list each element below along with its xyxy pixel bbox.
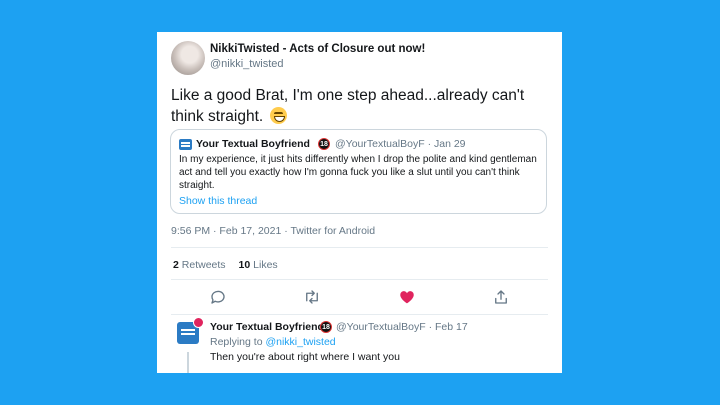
retweet-button[interactable] [303,288,321,306]
share-button[interactable] [492,288,510,306]
author-name[interactable]: NikkiTwisted - Acts of Closure out now! [210,43,425,55]
likes-label: Likes [253,259,278,271]
adult-badge-icon: 18 [320,321,332,333]
divider [171,279,548,280]
quoted-tweet-text: In my experience, it just hits different… [179,154,537,191]
replying-to-prefix: Replying to [210,336,263,348]
grinning-face-emoji-icon [269,107,287,124]
divider [171,314,548,315]
retweets-stat[interactable]: 2 Retweets [173,259,226,271]
retweet-icon [306,290,318,304]
reply-text: Then you're about right where I want you [210,351,400,363]
author-avatar[interactable] [171,41,205,75]
comment-icon [211,290,225,304]
show-thread-link[interactable]: Show this thread [179,195,257,207]
author-handle[interactable]: @nikki_twisted [210,58,284,70]
thread-line [187,352,189,373]
retweets-count: 2 [173,259,179,271]
engagement-stats: 2 Retweets 10 Likes [173,259,278,271]
reply-author-meta[interactable]: @YourTextualBoyF · Feb 17 [336,321,468,333]
quoted-author-avatar [179,139,192,150]
adult-badge-icon: 18 [318,138,330,150]
reply-button[interactable] [209,288,227,306]
replying-to-handle-link[interactable]: @nikki_twisted [265,336,335,348]
divider [171,247,548,248]
share-icon [495,290,507,304]
tweet-card: NikkiTwisted - Acts of Closure out now! … [157,32,562,373]
quoted-tweet[interactable]: Your Textual Boyfriend 18 @YourTextualBo… [170,129,547,214]
heart-icon [400,291,414,304]
tweet-text: Like a good Brat, I'm one step ahead...a… [171,85,551,127]
reply-author-name[interactable]: Your Textual Boyfriend [210,321,324,333]
like-button[interactable] [398,288,416,306]
reply-author-avatar[interactable] [177,317,204,344]
quoted-author-name: Your Textual Boyfriend [196,138,310,150]
quoted-author-meta: @YourTextualBoyF · Jan 29 [335,138,466,150]
likes-count: 10 [238,259,251,271]
tweet-text-content: Like a good Brat, I'm one step ahead...a… [171,87,525,125]
likes-stat[interactable]: 10 Likes [239,259,278,271]
replying-to: Replying to @nikki_twisted [210,336,336,348]
tweet-timestamp[interactable]: 9:56 PM · Feb 17, 2021 · Twitter for And… [171,225,375,237]
retweets-label: Retweets [181,259,226,271]
